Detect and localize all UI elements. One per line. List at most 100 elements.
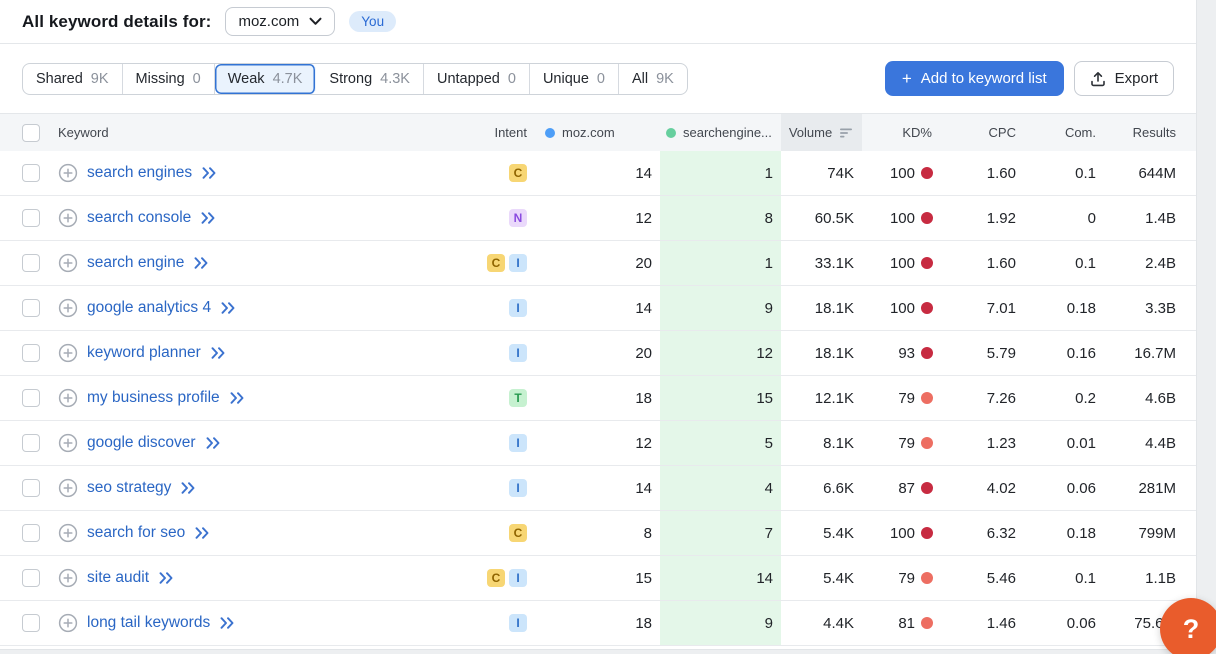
keyword-link[interactable]: my business profile — [87, 389, 220, 407]
competitor-position-cell: 9 — [660, 601, 781, 645]
moz-position-cell: 12 — [535, 196, 660, 240]
kd-difficulty-dot-icon — [921, 572, 933, 584]
open-keyword-chevrons-icon[interactable] — [200, 212, 216, 224]
add-keyword-plus-icon[interactable] — [58, 433, 78, 453]
add-keyword-plus-icon[interactable] — [58, 523, 78, 543]
column-header-cpc[interactable]: CPC — [940, 114, 1024, 151]
column-header-moz[interactable]: moz.com — [535, 114, 660, 151]
column-header-intent[interactable]: Intent — [480, 114, 535, 151]
filter-tab-label: Untapped — [437, 71, 500, 87]
com-cell: 0.18 — [1024, 286, 1104, 330]
add-keyword-plus-icon[interactable] — [58, 343, 78, 363]
keyword-link[interactable]: seo strategy — [87, 479, 171, 497]
filter-tab-shared[interactable]: Shared9K — [23, 64, 123, 94]
keyword-link[interactable]: google analytics 4 — [87, 299, 211, 317]
export-button[interactable]: Export — [1074, 61, 1174, 96]
filter-tab-label: All — [632, 71, 648, 87]
competitor-position-cell: 9 — [660, 286, 781, 330]
add-keyword-plus-icon[interactable] — [58, 253, 78, 273]
row-checkbox[interactable] — [22, 479, 40, 497]
cpc-cell: 1.60 — [940, 151, 1024, 195]
filter-tab-untapped[interactable]: Untapped 0 — [424, 64, 530, 94]
add-keyword-plus-icon[interactable] — [58, 163, 78, 183]
keyword-link[interactable]: keyword planner — [87, 344, 201, 362]
column-header-results[interactable]: Results — [1104, 114, 1196, 151]
row-checkbox[interactable] — [22, 299, 40, 317]
open-keyword-chevrons-icon[interactable] — [229, 392, 245, 404]
table-row: seo strategyI1446.6K874.020.06281M — [0, 466, 1196, 511]
kd-cell: 100 — [862, 286, 940, 330]
row-checkbox[interactable] — [22, 569, 40, 587]
keyword-link[interactable]: search console — [87, 209, 191, 227]
filter-tab-strong[interactable]: Strong4.3K — [316, 64, 424, 94]
keyword-link[interactable]: site audit — [87, 569, 149, 587]
open-keyword-chevrons-icon[interactable] — [205, 437, 221, 449]
column-header-volume[interactable]: Volume — [781, 114, 862, 151]
row-checkbox[interactable] — [22, 524, 40, 542]
add-to-keyword-list-button[interactable]: + Add to keyword list — [885, 61, 1064, 96]
filter-tab-label: Missing — [136, 71, 185, 87]
add-keyword-plus-icon[interactable] — [58, 478, 78, 498]
column-header-com[interactable]: Com. — [1024, 114, 1104, 151]
select-all-checkbox[interactable] — [22, 124, 40, 142]
open-keyword-chevrons-icon[interactable] — [220, 302, 236, 314]
filter-tab-all[interactable]: All9K — [619, 64, 687, 94]
competitor-position-cell: 15 — [660, 376, 781, 420]
kd-difficulty-dot-icon — [921, 482, 933, 494]
row-checkbox[interactable] — [22, 434, 40, 452]
table-row: site auditCI15145.4K795.460.11.1B — [0, 556, 1196, 601]
kd-cell: 100 — [862, 196, 940, 240]
kd-difficulty-dot-icon — [921, 167, 933, 179]
kd-difficulty-dot-icon — [921, 437, 933, 449]
keyword-link[interactable]: search engine — [87, 254, 184, 272]
kd-cell: 100 — [862, 241, 940, 285]
open-keyword-chevrons-icon[interactable] — [210, 347, 226, 359]
add-keyword-plus-icon[interactable] — [58, 298, 78, 318]
competitor-position-cell: 12 — [660, 331, 781, 375]
kd-cell: 100 — [862, 511, 940, 555]
domain-selector[interactable]: moz.com — [225, 7, 335, 36]
intent-badge-c: C — [487, 254, 505, 272]
filter-tab-count: 0 — [508, 71, 516, 87]
volume-cell: 12.1K — [781, 376, 862, 420]
filter-tab-missing[interactable]: Missing0 — [123, 64, 215, 94]
moz-position-cell: 8 — [535, 511, 660, 555]
intent-badge-i: I — [509, 299, 527, 317]
keyword-link[interactable]: google discover — [87, 434, 196, 452]
add-keyword-plus-icon[interactable] — [58, 568, 78, 588]
open-keyword-chevrons-icon[interactable] — [219, 617, 235, 629]
row-checkbox[interactable] — [22, 614, 40, 632]
kd-value: 81 — [898, 615, 915, 632]
row-checkbox[interactable] — [22, 389, 40, 407]
add-keyword-plus-icon[interactable] — [58, 208, 78, 228]
add-keyword-plus-icon[interactable] — [58, 613, 78, 633]
results-cell: 4.4B — [1104, 421, 1196, 465]
table-row: google analytics 4I14918.1K1007.010.183.… — [0, 286, 1196, 331]
keyword-link[interactable]: long tail keywords — [87, 614, 210, 632]
cpc-cell: 6.32 — [940, 511, 1024, 555]
help-button[interactable]: ? — [1160, 598, 1216, 654]
filter-tab-weak[interactable]: Weak4.7K — [215, 64, 317, 94]
column-header-competitor[interactable]: searchengine... — [660, 114, 781, 151]
keyword-link[interactable]: search for seo — [87, 524, 185, 542]
filter-tab-unique[interactable]: Unique0 — [530, 64, 619, 94]
export-button-label: Export — [1115, 70, 1158, 87]
open-keyword-chevrons-icon[interactable] — [193, 257, 209, 269]
row-checkbox[interactable] — [22, 164, 40, 182]
cpc-cell: 7.01 — [940, 286, 1024, 330]
keyword-link[interactable]: search engines — [87, 164, 192, 182]
open-keyword-chevrons-icon[interactable] — [180, 482, 196, 494]
row-checkbox[interactable] — [22, 344, 40, 362]
row-checkbox[interactable] — [22, 254, 40, 272]
open-keyword-chevrons-icon[interactable] — [194, 527, 210, 539]
kd-value: 100 — [890, 300, 915, 317]
kd-value: 100 — [890, 210, 915, 227]
open-keyword-chevrons-icon[interactable] — [201, 167, 217, 179]
column-header-kd[interactable]: KD% — [862, 114, 940, 151]
add-keyword-plus-icon[interactable] — [58, 388, 78, 408]
com-cell: 0.1 — [1024, 151, 1104, 195]
column-header-keyword[interactable]: Keyword — [50, 114, 480, 151]
intent-badge-i: I — [509, 434, 527, 452]
row-checkbox[interactable] — [22, 209, 40, 227]
open-keyword-chevrons-icon[interactable] — [158, 572, 174, 584]
